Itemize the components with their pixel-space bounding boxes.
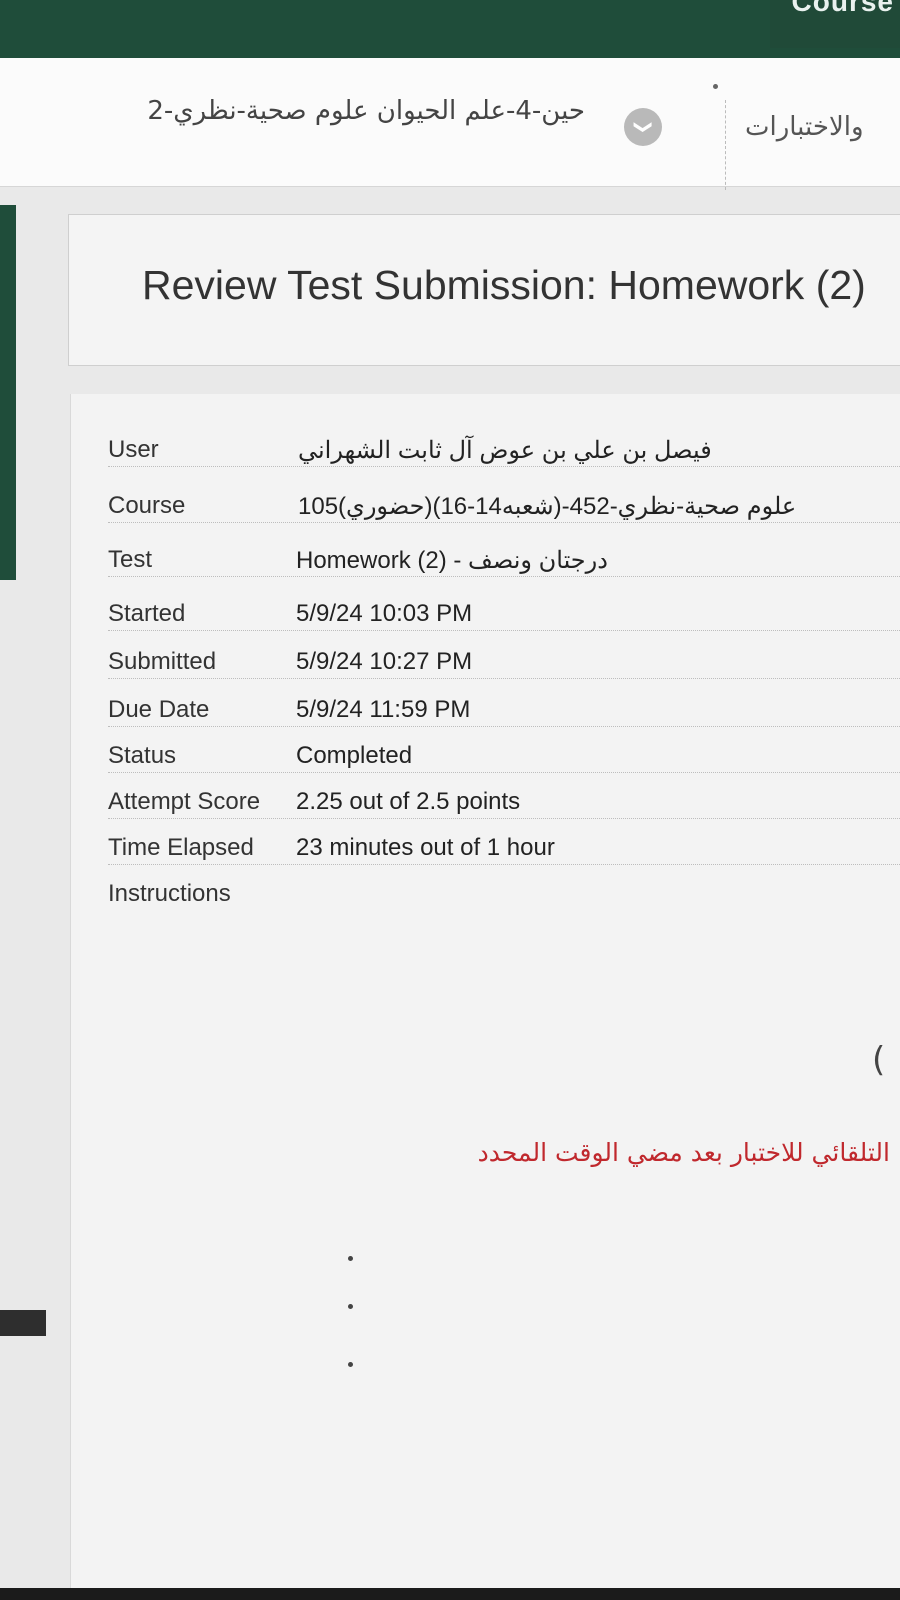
detail-row-course: Course علوم صحية-نظري-452-(شعبه14-16)(حض… bbox=[108, 470, 900, 523]
detail-row-test: Test Homework (2) - درجتان ونصف bbox=[108, 524, 900, 577]
chevron-down-icon[interactable]: ❯ bbox=[624, 108, 662, 146]
partial-text-glyph: ( bbox=[872, 1040, 886, 1080]
screen-bottom-edge bbox=[0, 1588, 900, 1600]
courses-tab-label: Course bbox=[791, 0, 894, 17]
detail-label: Started bbox=[108, 600, 186, 627]
detail-row-submitted: Submitted 5/9/24 10:27 PM bbox=[108, 626, 900, 679]
breadcrumb-separator bbox=[725, 100, 726, 190]
list-bullet bbox=[348, 1362, 353, 1367]
detail-label: Test bbox=[108, 546, 153, 573]
detail-label: Course bbox=[108, 492, 186, 519]
page-title: Review Test Submission: Homework (2) bbox=[142, 262, 866, 308]
courses-tab[interactable]: Course bbox=[770, 0, 900, 48]
instructions-note: التلقائي للاختبار بعد مضي الوقت المحدد bbox=[477, 1138, 890, 1167]
detail-value: 5/9/24 10:03 PM bbox=[296, 600, 473, 627]
detail-row-user: User فيصل بن علي بن عوض آل ثابت الشهراني bbox=[108, 414, 900, 467]
left-sidebar-handle[interactable] bbox=[0, 1310, 46, 1336]
detail-label: Submitted bbox=[108, 648, 217, 675]
left-sidebar-edge bbox=[0, 205, 16, 580]
breadcrumb-separator-dot bbox=[713, 84, 718, 89]
breadcrumb-tests[interactable]: والاختبارات bbox=[745, 112, 864, 142]
detail-label: Instructions bbox=[108, 880, 231, 907]
breadcrumb-course[interactable]: حين-4-علم الحيوان علوم صحية-نظري-2 bbox=[0, 96, 585, 126]
detail-value: 5/9/24 10:27 PM bbox=[296, 648, 473, 675]
detail-label: User bbox=[108, 436, 159, 463]
top-bar bbox=[0, 0, 900, 58]
detail-value: علوم صحية-نظري-452-(شعبه14-16)(حضوري)105 bbox=[298, 493, 797, 520]
list-bullet bbox=[348, 1304, 353, 1309]
list-bullet bbox=[348, 1256, 353, 1261]
detail-row-instructions: Instructions bbox=[108, 858, 900, 910]
detail-value: Homework (2) - درجتان ونصف bbox=[296, 547, 608, 574]
detail-row-started: Started 5/9/24 10:03 PM bbox=[108, 578, 900, 631]
detail-value: فيصل بن علي بن عوض آل ثابت الشهراني bbox=[298, 437, 712, 464]
